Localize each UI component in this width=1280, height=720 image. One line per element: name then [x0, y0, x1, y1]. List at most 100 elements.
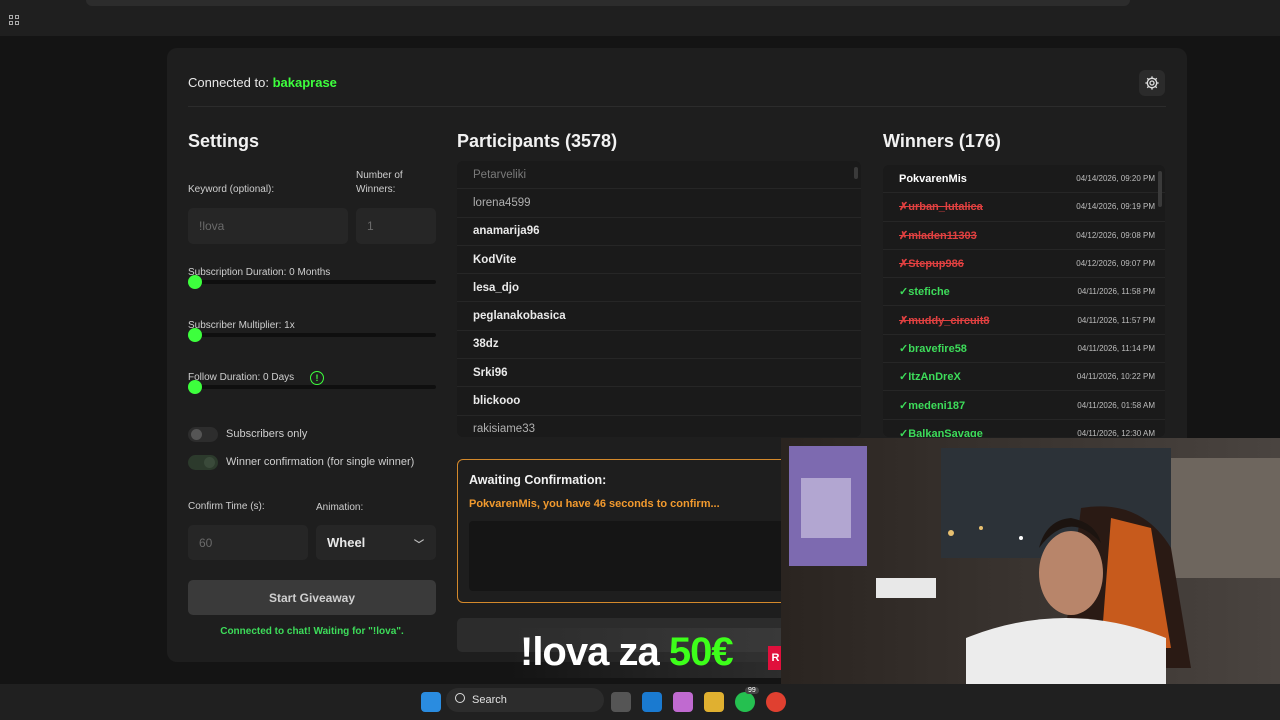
winner-row[interactable]: ✗muddy_circuit8 04/11/2026, 11:57 PM	[883, 306, 1165, 335]
winner-date: 04/11/2026, 11:58 PM	[1077, 287, 1155, 297]
winner-date: 04/14/2026, 09:19 PM	[1076, 202, 1155, 212]
cross-icon: ✗	[899, 229, 909, 242]
winner-row[interactable]: ✓ItzAnDreX 04/11/2026, 10:22 PM	[883, 363, 1165, 392]
list-item[interactable]: blickooo	[457, 387, 861, 416]
list-item[interactable]: lorena4599	[457, 189, 861, 218]
sub-duration-label: Subscription Duration: 0 Months	[188, 267, 331, 278]
sub-duration-knob[interactable]	[188, 275, 202, 289]
follow-duration-knob[interactable]	[188, 380, 202, 394]
taskbar-search-label: Search	[472, 694, 507, 706]
list-item[interactable]: lesa_djo	[457, 274, 861, 303]
winner-name: urban_lutalica	[908, 201, 983, 214]
confirmation-box	[469, 521, 787, 591]
awaiting-confirmation-panel: Awaiting Confirmation: PokvarenMis, you …	[457, 459, 787, 603]
webcam-image	[781, 438, 1280, 720]
follow-duration-label: Follow Duration: 0 Days	[188, 372, 295, 383]
winner-date: 04/11/2026, 01:58 AM	[1077, 400, 1155, 410]
cross-icon: ✗	[899, 314, 909, 327]
winner-row[interactable]: ✓stefiche 04/11/2026, 11:58 PM	[883, 278, 1165, 307]
list-item[interactable]: peglanakobasica	[457, 302, 861, 331]
follow-duration-slider[interactable]	[188, 385, 436, 389]
start-icon[interactable]	[421, 692, 441, 712]
settings-gear-button[interactable]	[1139, 70, 1165, 96]
connection-prefix: Connected to:	[188, 75, 269, 90]
winners-label-line2: Winners:	[356, 184, 396, 195]
address-bar[interactable]	[86, 0, 1130, 6]
animation-label: Animation:	[316, 502, 364, 513]
winner-name-group: ✓medeni187	[899, 399, 965, 412]
winner-name-group: ✗urban_lutalica	[899, 200, 983, 213]
connection-status: Connected to: bakaprase	[188, 75, 337, 90]
check-icon: ✓	[899, 427, 909, 437]
animation-select[interactable]: Wheel ﹀	[316, 525, 436, 560]
sub-multiplier-knob[interactable]	[188, 328, 202, 342]
winner-date: 04/14/2026, 09:20 PM	[1076, 174, 1155, 184]
participants-list[interactable]: Petarveliki lorena4599 anamarija96 KodVi…	[457, 161, 861, 437]
winner-name: PokvarenMis	[899, 172, 967, 185]
header-divider	[188, 106, 1166, 107]
winner-name: muddy_circuit8	[908, 314, 990, 327]
list-item[interactable]: 38dz	[457, 331, 861, 360]
winner-date: 04/11/2026, 11:57 PM	[1077, 315, 1155, 325]
list-item[interactable]: Srki96	[457, 359, 861, 388]
keyword-input[interactable]: !lova	[188, 208, 348, 244]
winner-name-group: ✓BalkanSavage	[899, 427, 983, 437]
winner-confirmation-toggle[interactable]	[188, 455, 218, 470]
whatsapp-icon[interactable]	[735, 692, 755, 712]
start-giveaway-button[interactable]: Start Giveaway	[188, 580, 436, 615]
winner-name-group: ✗muddy_circuit8	[899, 314, 990, 327]
check-icon: ✓	[899, 371, 909, 384]
taskbar-search[interactable]: Search	[446, 688, 604, 712]
awaiting-message: PokvarenMis, you have 46 seconds to conf…	[469, 498, 720, 510]
notification-badge: 99	[745, 687, 759, 694]
winner-row[interactable]: ✗urban_lutalica 04/14/2026, 09:19 PM	[883, 193, 1165, 222]
sub-multiplier-slider[interactable]	[188, 333, 436, 337]
list-item[interactable]: KodVite	[457, 246, 861, 275]
winner-name-group: ✓stefiche	[899, 285, 950, 298]
winners-list[interactable]: PokvarenMis 04/14/2026, 09:20 PM ✗urban_lu…	[883, 165, 1165, 437]
webcam-overlay	[781, 438, 1280, 720]
winner-row[interactable]: ✓BalkanSavage 04/11/2026, 12:30 AM	[883, 420, 1165, 437]
confirm-time-input[interactable]: 60	[188, 525, 308, 560]
winner-name: medeni187	[908, 399, 966, 412]
winner-name-group: PokvarenMis	[899, 173, 967, 185]
list-item[interactable]: rakisiame33	[457, 416, 861, 437]
chevron-down-icon: ﹀	[414, 540, 424, 551]
copilot-icon[interactable]	[673, 692, 693, 712]
subscribers-only-toggle[interactable]	[188, 427, 218, 442]
awaiting-title: Awaiting Confirmation:	[469, 473, 607, 487]
keyword-label: Keyword (optional):	[188, 184, 275, 195]
check-icon: ✓	[899, 286, 909, 299]
participants-title: Participants (3578)	[457, 131, 618, 151]
edge-icon[interactable]	[642, 692, 662, 712]
winner-row[interactable]: ✗mladen11303 04/12/2026, 09:08 PM	[883, 222, 1165, 250]
sub-duration-slider[interactable]	[188, 280, 436, 284]
winner-date: 04/11/2026, 11:14 PM	[1077, 343, 1155, 353]
winner-date: 04/12/2026, 09:08 PM	[1076, 230, 1155, 240]
cross-icon: ✗	[899, 258, 909, 271]
winners-count-input[interactable]: 1	[356, 208, 436, 244]
winner-name: ItzAnDreX	[908, 371, 961, 384]
apps-grid-icon[interactable]	[9, 15, 20, 26]
participants-scrollbar[interactable]	[854, 167, 858, 179]
winners-label-line1: Number of	[356, 170, 403, 181]
winner-name: BalkanSavage	[908, 427, 983, 437]
winner-row[interactable]: ✓bravefire58 04/11/2026, 11:14 PM	[883, 335, 1165, 364]
confirm-time-label: Confirm Time (s):	[188, 501, 265, 512]
winner-row[interactable]: ✗Stepup986 04/12/2026, 09:07 PM	[883, 250, 1165, 279]
winners-title: Winners (176)	[883, 131, 1001, 151]
chrome-icon[interactable]	[766, 692, 786, 712]
file-explorer-icon[interactable]	[704, 692, 724, 712]
winner-row[interactable]: PokvarenMis 04/14/2026, 09:20 PM	[883, 165, 1165, 194]
winner-name: Stepup986	[908, 258, 964, 271]
winner-row[interactable]: ✓medeni187 04/11/2026, 01:58 AM	[883, 391, 1165, 420]
overlay-main-text: !lova za	[520, 630, 669, 674]
list-item[interactable]: anamarija96	[457, 218, 861, 246]
list-item[interactable]: Petarveliki	[457, 161, 861, 190]
task-view-icon[interactable]	[611, 692, 631, 712]
taskbar: 99	[0, 684, 1280, 720]
chat-status: Connected to chat! Waiting for "!lova".	[220, 626, 404, 637]
search-icon	[455, 693, 465, 703]
winners-scrollbar[interactable]	[1158, 171, 1162, 207]
info-icon[interactable]: !	[310, 371, 324, 385]
